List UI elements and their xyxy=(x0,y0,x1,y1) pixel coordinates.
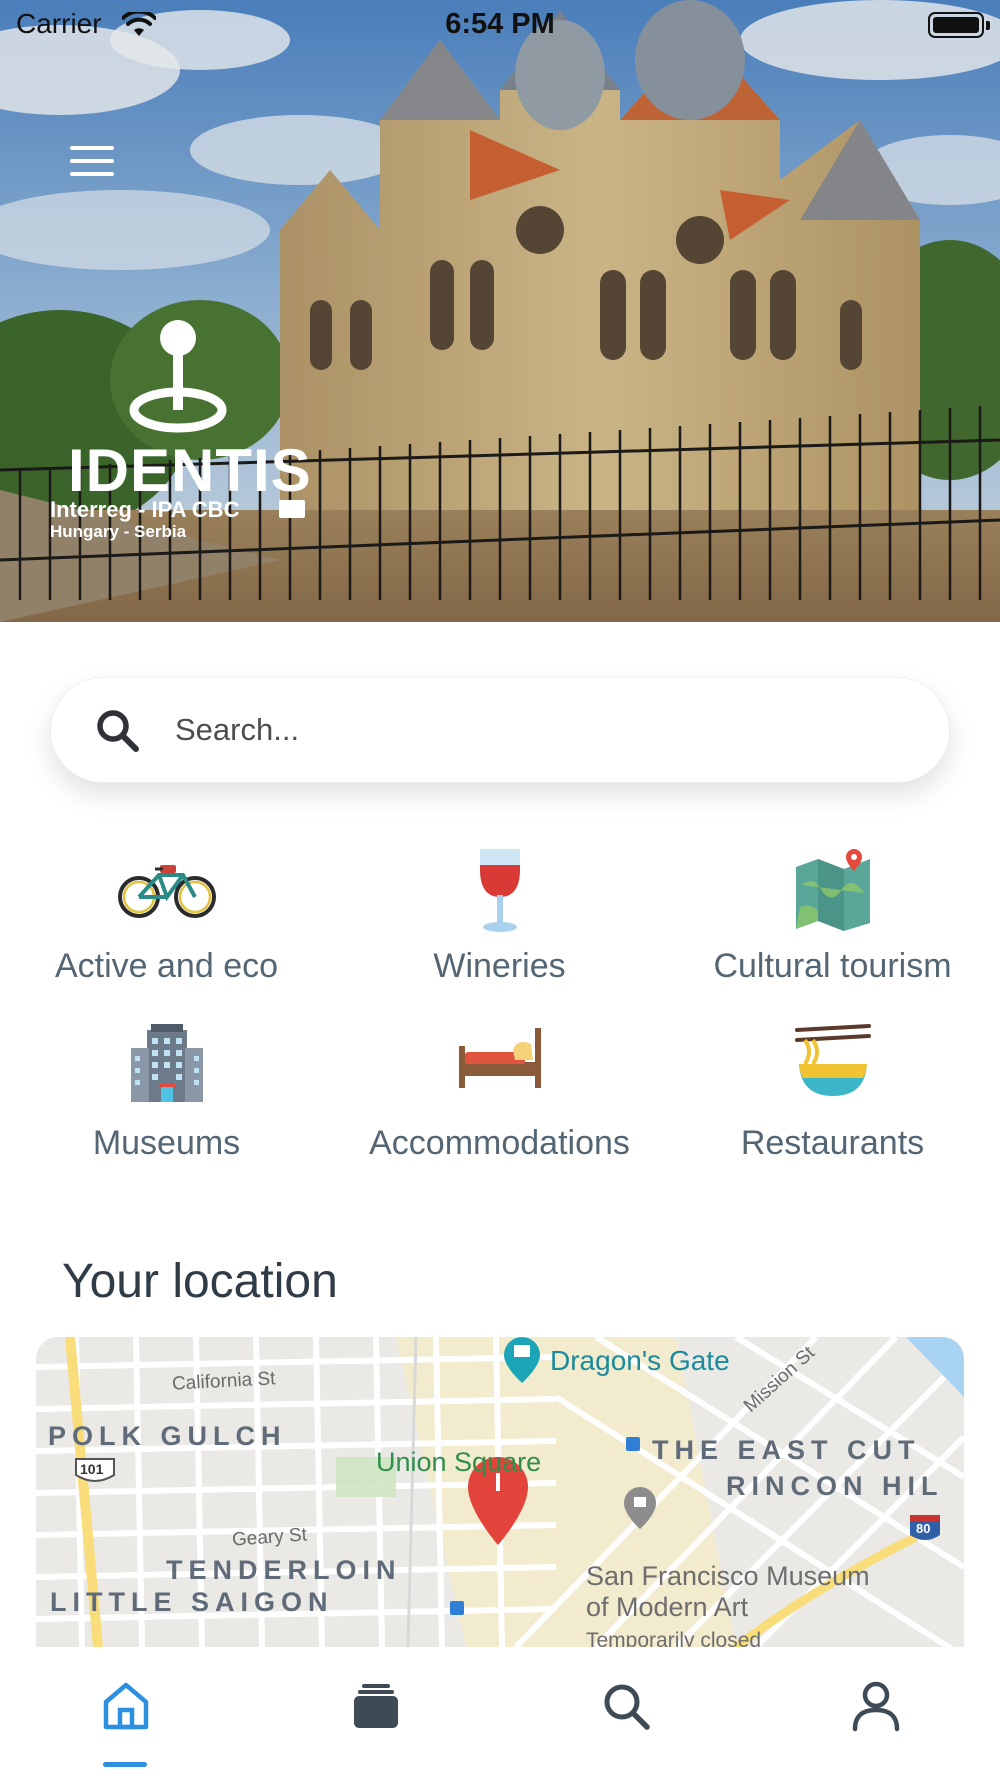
battery-icon xyxy=(928,12,990,38)
highway-80-shield: 80 xyxy=(916,1521,931,1536)
tab-bar xyxy=(0,1650,1000,1778)
tab-home[interactable] xyxy=(0,1650,250,1778)
category-active-eco[interactable]: Active and eco xyxy=(0,845,333,986)
location-map[interactable]: California St POLK GULCH Dragon's Gate M… xyxy=(36,1337,964,1647)
tab-cards[interactable] xyxy=(250,1650,500,1778)
category-cultural-tourism[interactable]: Cultural tourism xyxy=(666,845,999,986)
map-label-sfmoma: San Francisco Museum of Modern Art Tempo… xyxy=(586,1561,870,1647)
map-label-union-square: Union Square xyxy=(376,1447,542,1477)
section-title-location: Your location xyxy=(62,1255,338,1308)
location-pin-icon xyxy=(129,320,227,433)
identis-logo: IDENTIS Interreg - IPA CBC Hungary - Ser… xyxy=(48,316,318,546)
noodles-icon xyxy=(794,1024,871,1096)
eu-flag-icon xyxy=(279,500,305,518)
category-restaurants[interactable]: Restaurants xyxy=(666,1022,999,1163)
map-label-little-saigon: LITTLE SAIGON xyxy=(50,1587,334,1617)
category-museums[interactable]: Museums xyxy=(0,1022,333,1163)
home-icon xyxy=(103,1682,149,1730)
logo-wordmark: IDENTIS xyxy=(68,437,312,504)
category-wineries[interactable]: Wineries xyxy=(333,845,666,986)
bed-icon xyxy=(458,1028,541,1088)
bicycle-icon xyxy=(117,865,216,918)
map-label-east-cut: THE EAST CUT xyxy=(652,1435,921,1465)
building-icon xyxy=(130,1024,203,1102)
highway-101-shield: 101 xyxy=(80,1461,104,1477)
menu-icon[interactable] xyxy=(66,142,120,182)
status-bar: Carrier 6:54 PM xyxy=(0,0,1000,50)
logo-program: Interreg - IPA CBC xyxy=(50,497,240,522)
map-pin-marker xyxy=(36,1337,37,1338)
category-label: Accommodations xyxy=(369,1124,630,1162)
map-label-rincon-hill: RINCON HIL xyxy=(726,1471,944,1501)
map-label-dragons-gate: Dragon's Gate xyxy=(550,1345,730,1376)
wine-glass-icon xyxy=(479,849,520,932)
map-label-tenderloin: TENDERLOIN xyxy=(166,1555,402,1585)
status-time: 6:54 PM xyxy=(445,8,555,40)
map-label-sfmoma-status: Temporarily closed xyxy=(586,1629,762,1647)
search-bar[interactable] xyxy=(50,677,950,783)
map-icon xyxy=(795,849,870,931)
hero-banner: Carrier 6:54 PM IDENTIS Interreg - IPA C… xyxy=(0,0,1000,622)
category-label: Wineries xyxy=(433,947,566,985)
search-icon xyxy=(97,710,139,752)
map-label-polk-gulch: POLK GULCH xyxy=(48,1421,287,1451)
category-label: Active and eco xyxy=(54,947,279,985)
category-label: Restaurants xyxy=(740,1124,925,1162)
category-accommodations[interactable]: Accommodations xyxy=(333,1022,666,1163)
search-icon xyxy=(604,1684,650,1730)
cards-icon xyxy=(354,1684,398,1728)
map-label-sfmoma-line2: of Modern Art xyxy=(586,1592,749,1622)
category-label: Museums xyxy=(92,1124,241,1162)
user-icon xyxy=(852,1681,900,1732)
category-label: Cultural tourism xyxy=(713,947,952,985)
search-input[interactable] xyxy=(175,698,915,762)
active-tab-indicator xyxy=(103,1762,147,1767)
tab-profile[interactable] xyxy=(750,1650,1000,1778)
map-label-sfmoma-line1: San Francisco Museum xyxy=(586,1561,870,1591)
logo-region: Hungary - Serbia xyxy=(50,522,187,541)
tab-search[interactable] xyxy=(500,1650,750,1778)
